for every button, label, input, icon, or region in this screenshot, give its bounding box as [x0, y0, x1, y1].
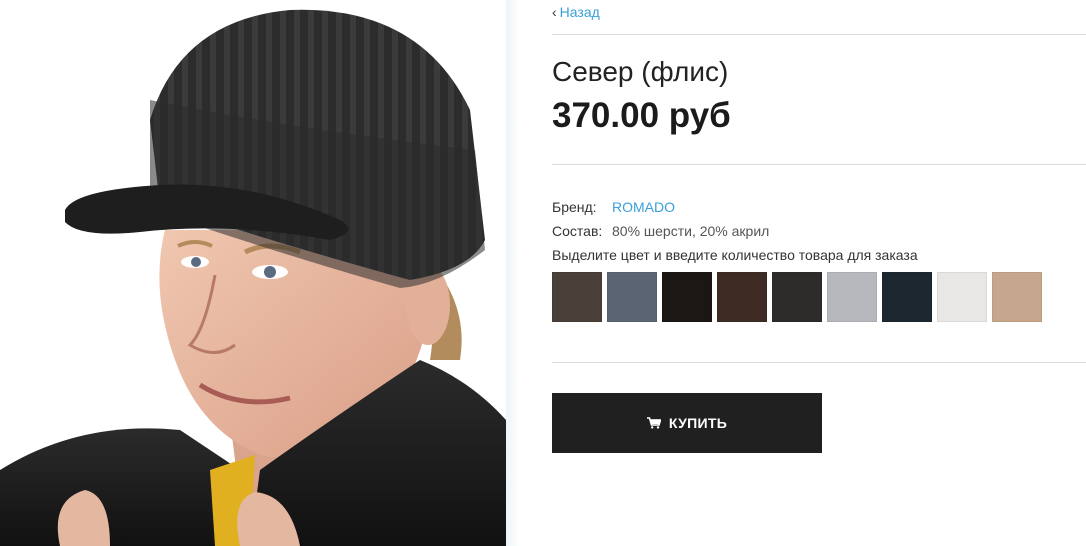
- color-swatch-7[interactable]: [882, 272, 932, 322]
- divider: [552, 164, 1086, 165]
- product-title: Север (флис): [552, 56, 729, 87]
- buy-button[interactable]: КУПИТЬ: [552, 393, 822, 453]
- color-selection-hint: Выделите цвет и введите количество товар…: [552, 247, 918, 263]
- product-price: 370.00 руб: [552, 96, 731, 135]
- cart-icon: [646, 417, 661, 429]
- color-swatch-1[interactable]: [552, 272, 602, 322]
- image-edge: [506, 0, 520, 546]
- divider: [552, 34, 1086, 35]
- divider: [552, 362, 1086, 363]
- brand-label: Бренд:: [552, 199, 597, 215]
- color-swatch-8[interactable]: [937, 272, 987, 322]
- composition-label: Состав:: [552, 223, 603, 239]
- color-swatch-9[interactable]: [992, 272, 1042, 322]
- color-swatch-6[interactable]: [827, 272, 877, 322]
- back-link[interactable]: ‹ Назад: [552, 4, 600, 20]
- brand-link[interactable]: ROMADO: [612, 199, 675, 215]
- composition-row: Состав: 80% шерсти, 20% акрил: [552, 223, 769, 239]
- color-swatch-5[interactable]: [772, 272, 822, 322]
- color-swatch-3[interactable]: [662, 272, 712, 322]
- buy-button-label: КУПИТЬ: [668, 415, 728, 431]
- chevron-left-icon: ‹: [552, 4, 557, 20]
- color-swatches: [552, 272, 1042, 322]
- product-image: [0, 0, 506, 546]
- color-swatch-2[interactable]: [607, 272, 657, 322]
- back-link-label: Назад: [559, 4, 600, 20]
- composition-value: 80% шерсти, 20% акрил: [612, 223, 770, 239]
- color-swatch-4[interactable]: [717, 272, 767, 322]
- brand-row: Бренд: ROMADO: [552, 199, 675, 215]
